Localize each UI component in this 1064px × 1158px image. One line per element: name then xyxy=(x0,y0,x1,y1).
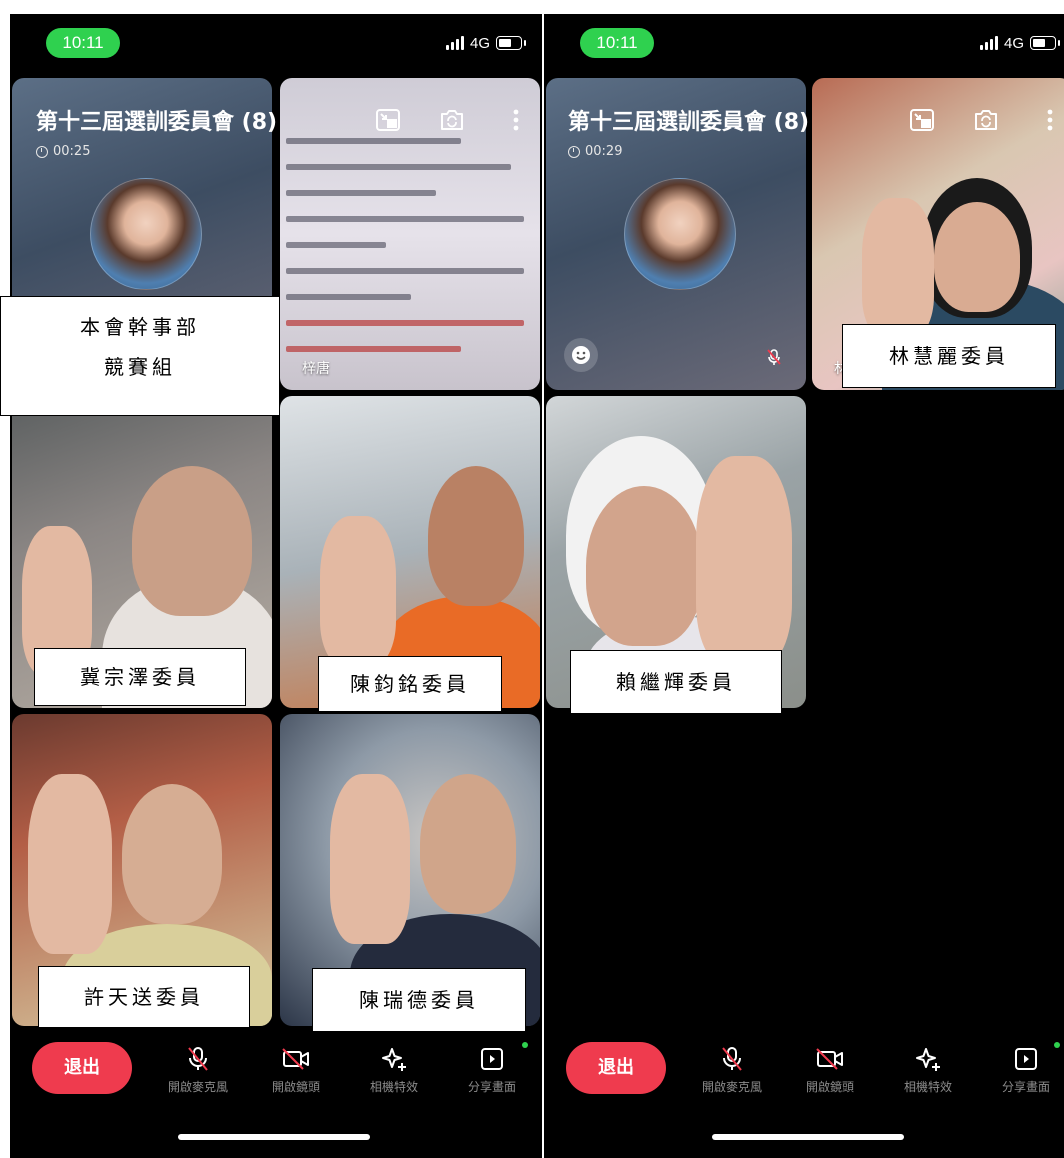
header-actions xyxy=(374,106,530,134)
participant-face xyxy=(428,466,524,606)
label-staff-line2: 競賽組 xyxy=(104,355,176,379)
network-type: 4G xyxy=(469,34,490,52)
sparkle-icon xyxy=(382,1048,406,1071)
label-participant-6: 賴繼輝委員 xyxy=(570,650,782,714)
participant-face xyxy=(122,784,222,924)
status-time: 10:11 xyxy=(46,28,120,58)
home-indicator[interactable] xyxy=(178,1134,370,1140)
signal-icon xyxy=(445,36,464,50)
share-label: 分享畫面 xyxy=(1001,1080,1050,1094)
status-indicators: 4G xyxy=(445,32,526,54)
meeting-timer: 00:29 xyxy=(568,144,622,159)
share-status-dot xyxy=(522,1042,528,1048)
status-time: 10:11 xyxy=(580,28,654,58)
signal-icon xyxy=(979,36,998,50)
participant-face xyxy=(586,486,702,646)
exit-button[interactable]: 退出 xyxy=(566,1042,666,1094)
share-label: 分享畫面 xyxy=(467,1080,516,1094)
raised-hand xyxy=(320,516,396,666)
sparkle-icon xyxy=(916,1048,940,1071)
effects-button[interactable]: 相機特效 xyxy=(890,1044,966,1095)
participant-face xyxy=(934,202,1020,312)
mic-toggle[interactable]: 開啟麥克風 xyxy=(160,1044,236,1095)
header-actions xyxy=(908,106,1064,134)
switch-camera-icon[interactable] xyxy=(438,106,466,134)
camera-label: 開啟鏡頭 xyxy=(805,1080,854,1094)
meeting-title: 第十三屆選訓委員會 (8) xyxy=(36,110,278,135)
raised-hand xyxy=(696,456,792,666)
effects-button[interactable]: 相機特效 xyxy=(356,1044,432,1095)
mic-toggle[interactable]: 開啟麥克風 xyxy=(694,1044,770,1095)
status-indicators: 4G xyxy=(979,32,1060,54)
label-participant-5: 林慧麗委員 xyxy=(842,324,1056,388)
camera-toggle[interactable]: 開啟鏡頭 xyxy=(258,1044,334,1095)
meeting-timer: 00:25 xyxy=(36,144,90,159)
meeting-toolbar: 退出 開啟麥克風 開啟鏡頭 相機特效 分享畫面 xyxy=(10,1034,542,1104)
label-participant-3: 許天送委員 xyxy=(38,966,250,1028)
battery-icon xyxy=(496,36,526,50)
label-staff-line1: 本會幹事部 xyxy=(80,315,200,339)
effects-label: 相機特效 xyxy=(369,1080,418,1094)
participant-name-small: 梓唐 xyxy=(302,361,330,377)
participant-face xyxy=(420,774,516,914)
effects-label: 相機特效 xyxy=(903,1080,952,1094)
label-participant-1: 冀宗澤委員 xyxy=(34,648,246,706)
clock-icon xyxy=(568,145,580,158)
raised-hand xyxy=(28,774,112,954)
raised-hand xyxy=(330,774,410,944)
camera-off-icon xyxy=(816,1048,843,1070)
battery-icon xyxy=(1030,36,1060,50)
reaction-button[interactable] xyxy=(564,338,598,372)
share-screen-button[interactable]: 分享畫面 xyxy=(988,1044,1064,1095)
share-status-dot xyxy=(1054,1042,1060,1048)
self-avatar xyxy=(624,178,736,290)
label-participant-4: 陳瑞德委員 xyxy=(312,968,526,1032)
home-indicator[interactable] xyxy=(712,1134,904,1140)
label-participant-2: 陳鈞銘委員 xyxy=(318,656,502,712)
minimize-window-icon[interactable] xyxy=(908,106,936,134)
label-staff: 本會幹事部 競賽組 xyxy=(0,296,280,416)
switch-camera-icon[interactable] xyxy=(972,106,1000,134)
raised-hand xyxy=(862,198,934,338)
timer-value: 00:29 xyxy=(585,144,623,159)
mic-label: 開啟麥克風 xyxy=(167,1080,228,1094)
share-screen-icon xyxy=(1015,1048,1037,1070)
share-screen-button[interactable]: 分享畫面 xyxy=(454,1044,530,1095)
camera-off-icon xyxy=(282,1048,309,1070)
right-screen: 10:11 4G 第十三屆選訓委員會 (8) 00:29 林 退出 開啟麥克風 … xyxy=(544,14,1064,1158)
self-avatar xyxy=(90,178,202,290)
share-screen-icon xyxy=(481,1048,503,1070)
camera-toggle[interactable]: 開啟鏡頭 xyxy=(792,1044,868,1095)
mic-off-icon xyxy=(722,1047,742,1071)
clock-icon xyxy=(36,145,48,158)
exit-button[interactable]: 退出 xyxy=(32,1042,132,1094)
status-bar: 10:11 4G xyxy=(544,14,1064,74)
more-options-icon[interactable] xyxy=(502,106,530,134)
timer-value: 00:25 xyxy=(53,144,91,159)
status-bar: 10:11 4G xyxy=(10,14,542,74)
smiley-icon xyxy=(572,346,590,364)
document-content xyxy=(286,118,536,372)
more-options-icon[interactable] xyxy=(1036,106,1064,134)
meeting-title: 第十三屆選訓委員會 (8) xyxy=(568,110,810,135)
mic-label: 開啟麥克風 xyxy=(701,1080,762,1094)
minimize-window-icon[interactable] xyxy=(374,106,402,134)
network-type: 4G xyxy=(1003,34,1024,52)
meeting-toolbar: 退出 開啟麥克風 開啟鏡頭 相機特效 分享畫面 xyxy=(544,1034,1064,1104)
mic-off-icon xyxy=(188,1047,208,1071)
self-mic-muted-icon xyxy=(766,348,782,370)
camera-label: 開啟鏡頭 xyxy=(271,1080,320,1094)
participant-face xyxy=(132,466,252,616)
